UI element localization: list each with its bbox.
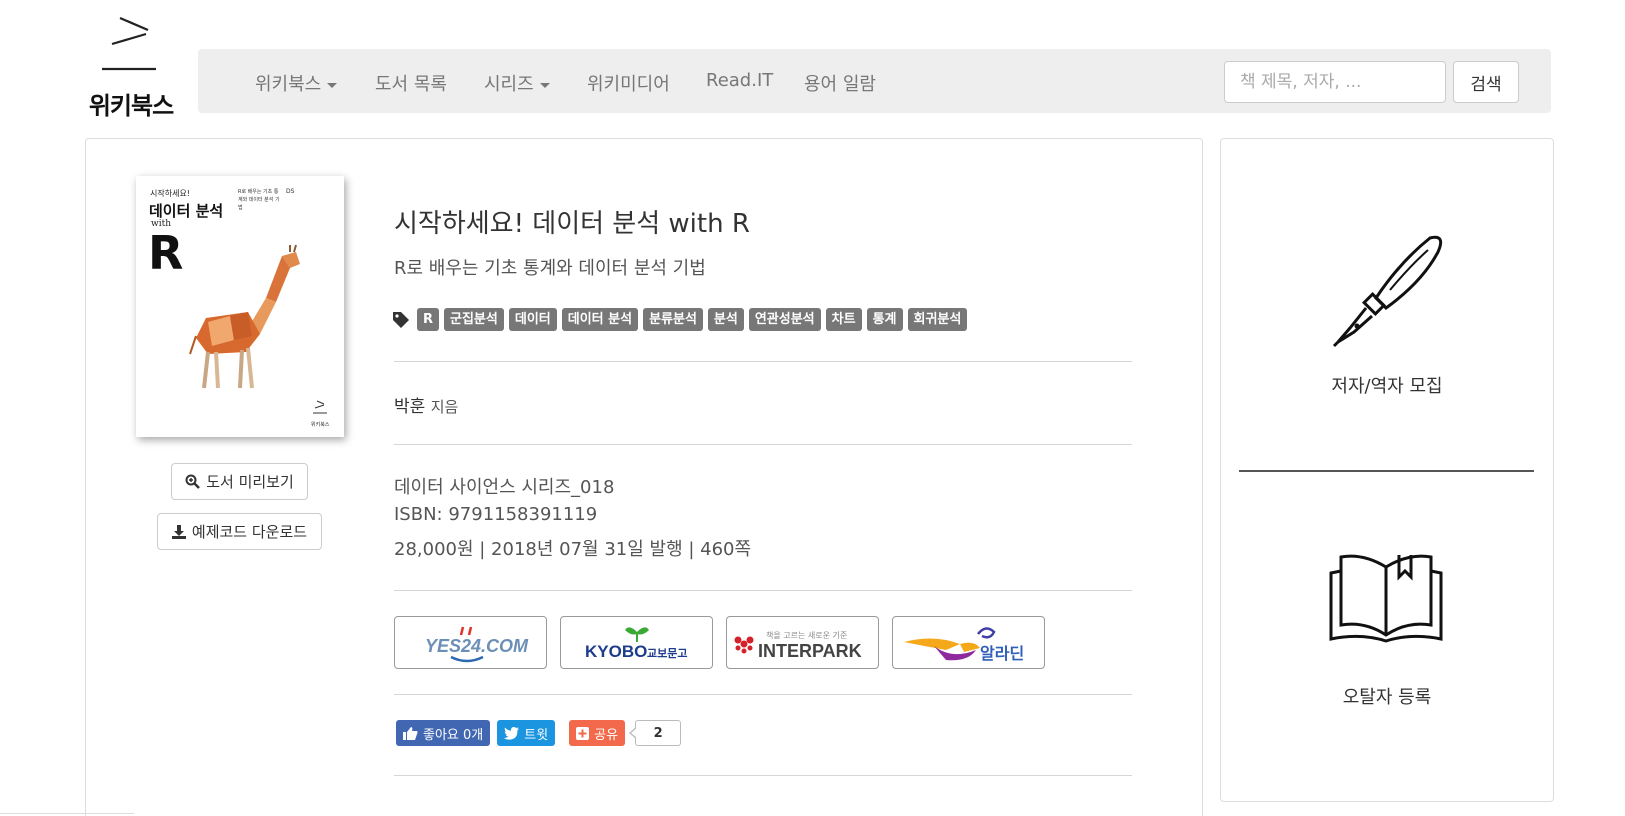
nav-item-glossary[interactable]: 용어 일람: [804, 70, 876, 96]
aladin-logo-text: 알라딘: [980, 644, 1024, 663]
preview-button[interactable]: 도서 미리보기: [171, 463, 308, 500]
search-input[interactable]: [1224, 61, 1446, 103]
caret-down-icon: [327, 82, 338, 88]
tag-item[interactable]: 분류분석: [643, 308, 703, 331]
nav-item-label: 시리즈: [484, 74, 534, 95]
publisher-logo-icon: [313, 400, 327, 414]
nav-item-series[interactable]: 시리즈: [484, 70, 550, 96]
interpark-logo-text: INTERPARK: [758, 641, 862, 661]
twitter-bird-icon: [504, 726, 520, 740]
download-code-button[interactable]: 예제코드 다운로드: [157, 513, 322, 550]
store-kyobo-button[interactable]: KYOBO 교보문고: [560, 616, 713, 669]
site-logo[interactable]: 위키북스: [86, 14, 176, 124]
interpark-logo: 책을 고르는 새로운 기준 INTERPARK: [734, 630, 862, 661]
nav-item-label: 위키미디어: [587, 74, 670, 95]
share-label: 공유: [594, 727, 619, 743]
nav-item-label: 도서 목록: [375, 74, 447, 95]
store-aladin-button[interactable]: 알라딘: [892, 616, 1045, 669]
author-line: 박훈 지음: [394, 392, 458, 417]
divider: [394, 361, 1132, 362]
tag-item[interactable]: R: [417, 308, 440, 331]
search-button[interactable]: 검색: [1453, 61, 1519, 103]
tag-item[interactable]: 차트: [825, 308, 862, 331]
author-name[interactable]: 박훈: [394, 397, 425, 417]
nav-item-book-list[interactable]: 도서 목록: [375, 70, 447, 96]
book-subtitle: R로 배우는 기초 통계와 데이터 분석 기법: [394, 258, 706, 279]
cover-series-mark: DS: [286, 188, 295, 195]
divider: [394, 694, 1132, 695]
tag-item[interactable]: 데이터: [508, 308, 557, 331]
book-cover-image: 시작하세요! 데이터 분석 with R R로 배우는 기초 통계와 데이터 분…: [136, 176, 344, 437]
nav-item-wikibooks[interactable]: 위키북스: [255, 70, 338, 96]
kyobo-logo: KYOBO 교보문고: [585, 626, 687, 661]
share-count-badge: 2: [629, 720, 682, 746]
nav-item-label: 용어 일람: [804, 74, 876, 95]
tag-item[interactable]: 데이터 분석: [561, 308, 639, 331]
book-title: 시작하세요! 데이터 분석 with R: [394, 209, 750, 239]
bottom-edge-line: [0, 813, 134, 814]
aladin-logo: 알라딘: [903, 626, 1024, 663]
price-date-pages: 28,000원 | 2018년 07월 31일 발행 | 460쪽: [394, 539, 752, 560]
tag-item[interactable]: 분석: [707, 308, 744, 331]
yes24-logo-text: YES24.COM: [425, 636, 529, 656]
nav-item-wikimedia[interactable]: 위키미디어: [587, 70, 670, 96]
side-divider: [1239, 470, 1534, 472]
cover-top-text: 시작하세요!: [150, 189, 191, 198]
yes24-logo: YES24.COM: [425, 626, 529, 662]
divider: [394, 590, 1132, 591]
download-icon: [171, 524, 186, 539]
errata-report-link[interactable]: 오탈자 등록: [1221, 683, 1553, 709]
like-label: 좋아요 0개: [423, 727, 484, 743]
open-book-icon[interactable]: [1327, 551, 1445, 643]
nav-item-label: 위키북스: [255, 74, 322, 95]
caret-down-icon: [539, 82, 550, 88]
cover-publisher: 위키북스: [311, 422, 330, 428]
author-recruit-link[interactable]: 저자/역자 모집: [1221, 372, 1553, 398]
zoom-in-icon: [185, 474, 201, 489]
isbn: ISBN: 9791158391119: [394, 504, 598, 525]
divider: [394, 775, 1132, 776]
tag-item[interactable]: 연관성분석: [748, 308, 821, 331]
logo-lines-icon: [102, 16, 156, 71]
cover-blurb: R로 배우는 기초 통계와 데이터 분석 기법: [238, 189, 280, 211]
thumbs-up-icon: [403, 727, 418, 740]
tweet-button[interactable]: 트윗: [497, 720, 556, 746]
logo-text: 위키북스: [88, 92, 174, 120]
facebook-like-button[interactable]: 좋아요 0개: [396, 720, 491, 746]
tag-item[interactable]: 회귀분석: [907, 308, 968, 331]
kyobo-logo-text: KYOBO: [585, 642, 647, 661]
cover-letter: R: [148, 226, 184, 280]
kyobo-logo-korean: 교보문고: [647, 647, 687, 660]
download-button-label: 예제코드 다운로드: [191, 523, 308, 541]
store-yes24-button[interactable]: YES24.COM: [394, 616, 547, 669]
tweet-label: 트윗: [524, 727, 549, 743]
cover-title: 데이터 분석: [149, 202, 224, 220]
tag-list: R 군집분석 데이터 데이터 분석 분류분석 분석 연관성분석 차트 통계 회귀…: [392, 308, 968, 331]
tag-item[interactable]: 군집분석: [444, 308, 504, 331]
nav-item-label: Read.IT: [706, 70, 774, 91]
social-buttons: 좋아요 0개 트윗 공유 2: [396, 720, 682, 746]
nav-item-readit[interactable]: Read.IT: [706, 70, 773, 91]
interpark-tagline: 책을 고르는 새로운 기준: [766, 630, 847, 640]
author-suffix: 지음: [430, 398, 459, 416]
preview-button-label: 도서 미리보기: [206, 473, 294, 491]
tag-icon: [393, 311, 409, 328]
giraffe-illustration: [189, 244, 300, 389]
divider: [394, 444, 1132, 445]
plus-square-icon: [576, 726, 590, 740]
fountain-pen-icon[interactable]: [1330, 232, 1446, 348]
series-name[interactable]: 데이터 사이언스 시리즈_018: [394, 473, 614, 499]
store-interpark-button[interactable]: 책을 고르는 새로운 기준 INTERPARK: [726, 616, 879, 669]
tag-item[interactable]: 통계: [866, 308, 903, 331]
share-button[interactable]: 공유: [569, 720, 626, 746]
